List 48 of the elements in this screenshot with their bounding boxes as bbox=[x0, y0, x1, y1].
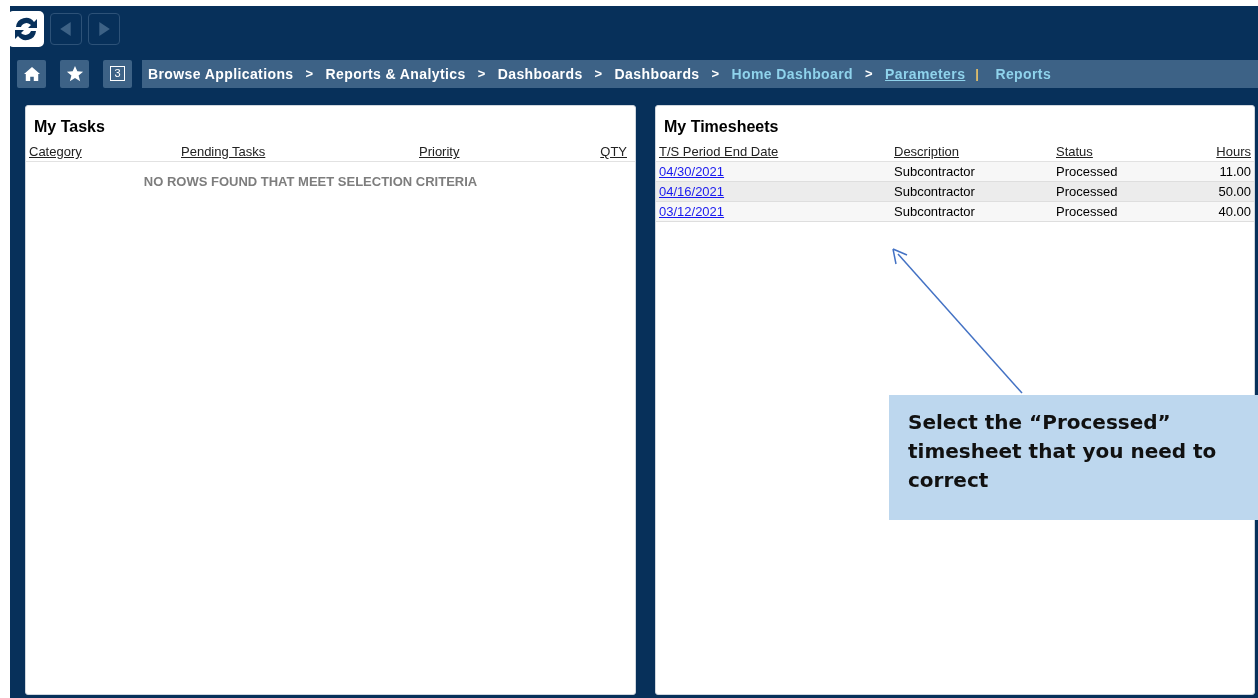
table-cell: 40.00 bbox=[1218, 204, 1251, 219]
column-header[interactable]: T/S Period End Date bbox=[659, 144, 894, 161]
count-button[interactable]: 3 bbox=[103, 59, 132, 88]
panel-title: My Timesheets bbox=[664, 118, 780, 137]
breadcrumb-separator: > bbox=[711, 66, 720, 81]
column-header[interactable]: QTY bbox=[600, 144, 627, 161]
date-link[interactable]: 03/12/2021 bbox=[659, 204, 894, 219]
favorites-button[interactable] bbox=[60, 59, 89, 88]
breadcrumb-link[interactable]: Browse Applications bbox=[148, 65, 294, 82]
sync-logo-icon[interactable] bbox=[10, 10, 44, 47]
breadcrumb-link[interactable]: Parameters bbox=[885, 65, 966, 82]
column-header[interactable]: Description bbox=[894, 144, 1056, 161]
home-icon bbox=[22, 65, 41, 82]
empty-message: NO ROWS FOUND THAT MEET SELECTION CRITERIA bbox=[142, 174, 479, 189]
table-cell-text: Subcontractor bbox=[894, 164, 976, 179]
column-header[interactable]: Priority bbox=[419, 144, 460, 161]
column-header[interactable]: Category bbox=[29, 144, 181, 161]
breadcrumb-link[interactable]: Dashboards bbox=[614, 65, 700, 82]
right-arrow-icon bbox=[98, 21, 110, 36]
breadcrumb-separator: > bbox=[477, 66, 486, 81]
breadcrumb-separator: | bbox=[975, 66, 980, 81]
table-cell: 50.00 bbox=[1218, 184, 1251, 199]
star-icon bbox=[65, 64, 84, 83]
table-cell-text: Processed bbox=[1056, 164, 1119, 179]
home-button[interactable] bbox=[17, 59, 46, 88]
table-row[interactable]: 04/30/2021 Subcontractor Processed 11.00 bbox=[656, 162, 1254, 182]
column-header[interactable]: Hours bbox=[1216, 144, 1251, 161]
table-cell-text: Subcontractor bbox=[894, 204, 976, 219]
callout-note: Select the “Processed” timesheet that you need to correct bbox=[889, 395, 1258, 520]
breadcrumb-link[interactable]: Reports bbox=[995, 65, 1052, 82]
table-row[interactable]: 03/12/2021 Subcontractor Processed 40.00 bbox=[656, 202, 1254, 222]
breadcrumb-separator: > bbox=[305, 66, 314, 81]
table-row[interactable]: 04/16/2021 Subcontractor Processed 50.00 bbox=[656, 182, 1254, 202]
column-header[interactable]: Pending Tasks bbox=[181, 144, 419, 161]
breadcrumb-link[interactable]: Home Dashboard bbox=[731, 65, 854, 82]
breadcrumb-separator: > bbox=[594, 66, 603, 81]
column-header[interactable]: Status bbox=[1056, 144, 1217, 161]
left-arrow-icon bbox=[60, 21, 72, 36]
table-cell-text: Subcontractor bbox=[894, 184, 976, 199]
date-link[interactable]: 04/30/2021 bbox=[659, 164, 894, 179]
table-cell-text: Processed bbox=[1056, 184, 1119, 199]
breadcrumb-link[interactable]: Dashboards bbox=[497, 65, 583, 82]
breadcrumb-separator: > bbox=[865, 66, 874, 81]
date-link[interactable]: 04/16/2021 bbox=[659, 184, 894, 199]
table-cell: 11.00 bbox=[1219, 164, 1251, 179]
panel-title: My Tasks bbox=[34, 118, 106, 137]
breadcrumb-link[interactable]: Reports & Analytics bbox=[325, 65, 466, 82]
table-cell-text: Processed bbox=[1056, 204, 1119, 219]
